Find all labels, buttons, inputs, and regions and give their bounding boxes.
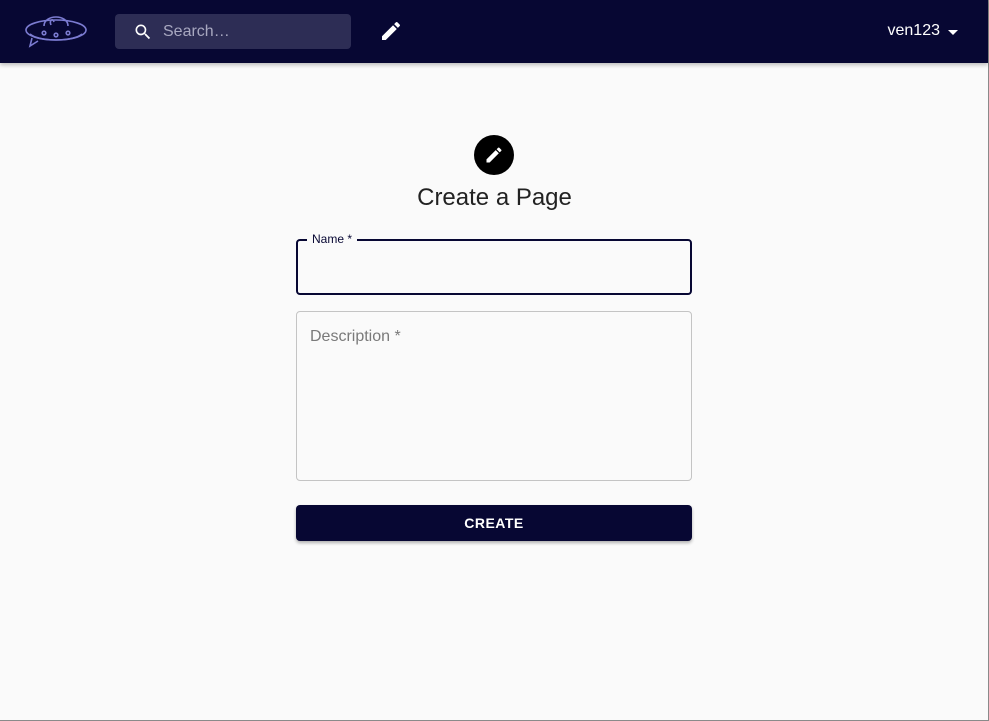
description-field[interactable] [296, 311, 692, 481]
caret-down-icon [948, 29, 958, 35]
app-bar: ven123 [0, 0, 988, 63]
app-window: ven123 Create a Page Name * CREATE [0, 0, 989, 721]
pencil-icon[interactable] [379, 19, 403, 43]
name-input[interactable] [310, 241, 680, 293]
description-input[interactable] [310, 328, 678, 468]
search-input[interactable] [163, 14, 343, 49]
page-title: Create a Page [417, 184, 572, 211]
page-form-avatar [474, 135, 514, 175]
create-button[interactable]: CREATE [296, 505, 692, 541]
search-box[interactable] [115, 14, 351, 49]
user-menu-button[interactable]: ven123 [887, 19, 958, 43]
search-icon [133, 22, 153, 42]
pencil-icon [486, 147, 502, 163]
username-label: ven123 [887, 22, 941, 39]
ufo-chat-logo-icon[interactable] [24, 8, 92, 50]
name-field[interactable]: Name * [296, 232, 692, 295]
